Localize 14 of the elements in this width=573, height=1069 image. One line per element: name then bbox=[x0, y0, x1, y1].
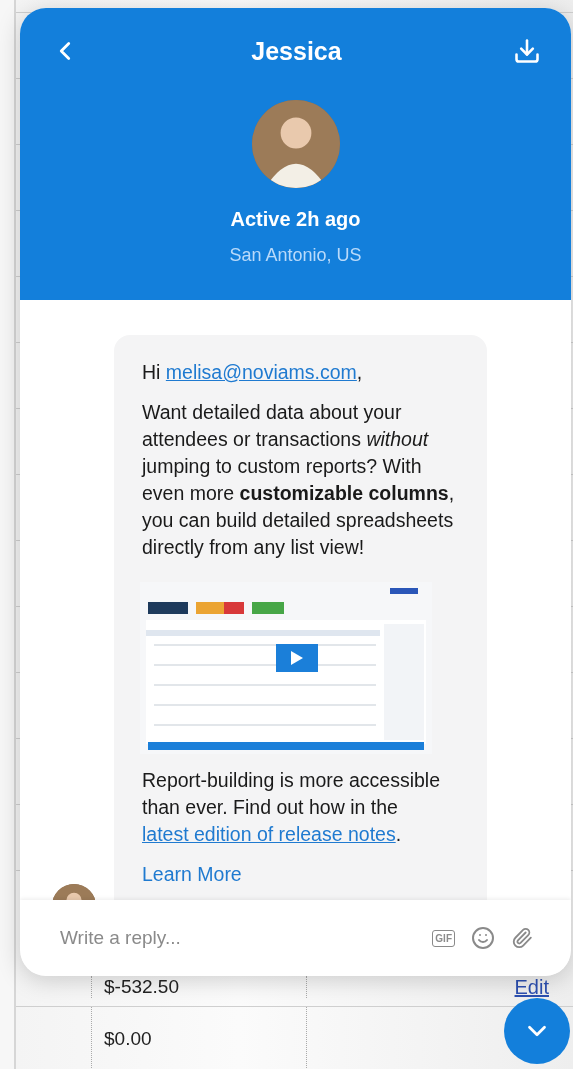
contact-name: Jessica bbox=[251, 36, 342, 66]
location: San Antonio, US bbox=[229, 245, 362, 266]
message-text: Want detailed data about your attendees or transactions without jumping to custom reports? With even more customizable columns, you can build detailed spreadsheets directly from any list view! bbox=[142, 400, 456, 560]
amount-cell: $-532.50 bbox=[104, 976, 179, 998]
reply-input[interactable]: Write a reply... bbox=[58, 926, 417, 950]
amount-cell: $0.00 bbox=[104, 1027, 152, 1050]
gif-button[interactable]: GIF bbox=[432, 929, 455, 947]
learn-more-link[interactable]: Learn More bbox=[142, 863, 242, 885]
edit-link[interactable]: Edit bbox=[514, 977, 549, 997]
text-link[interactable]: latest edition of release notes bbox=[142, 823, 396, 845]
active-status: Active 2h ago bbox=[230, 208, 361, 231]
message-paragraph: Hi melisa@noviams.com, bbox=[142, 360, 364, 385]
text-link[interactable]: melisa@noviams.com bbox=[165, 361, 357, 383]
message-paragraph: Report-building is more accessible than ever. Find out how in the latest edition of release notes. bbox=[142, 768, 442, 847]
